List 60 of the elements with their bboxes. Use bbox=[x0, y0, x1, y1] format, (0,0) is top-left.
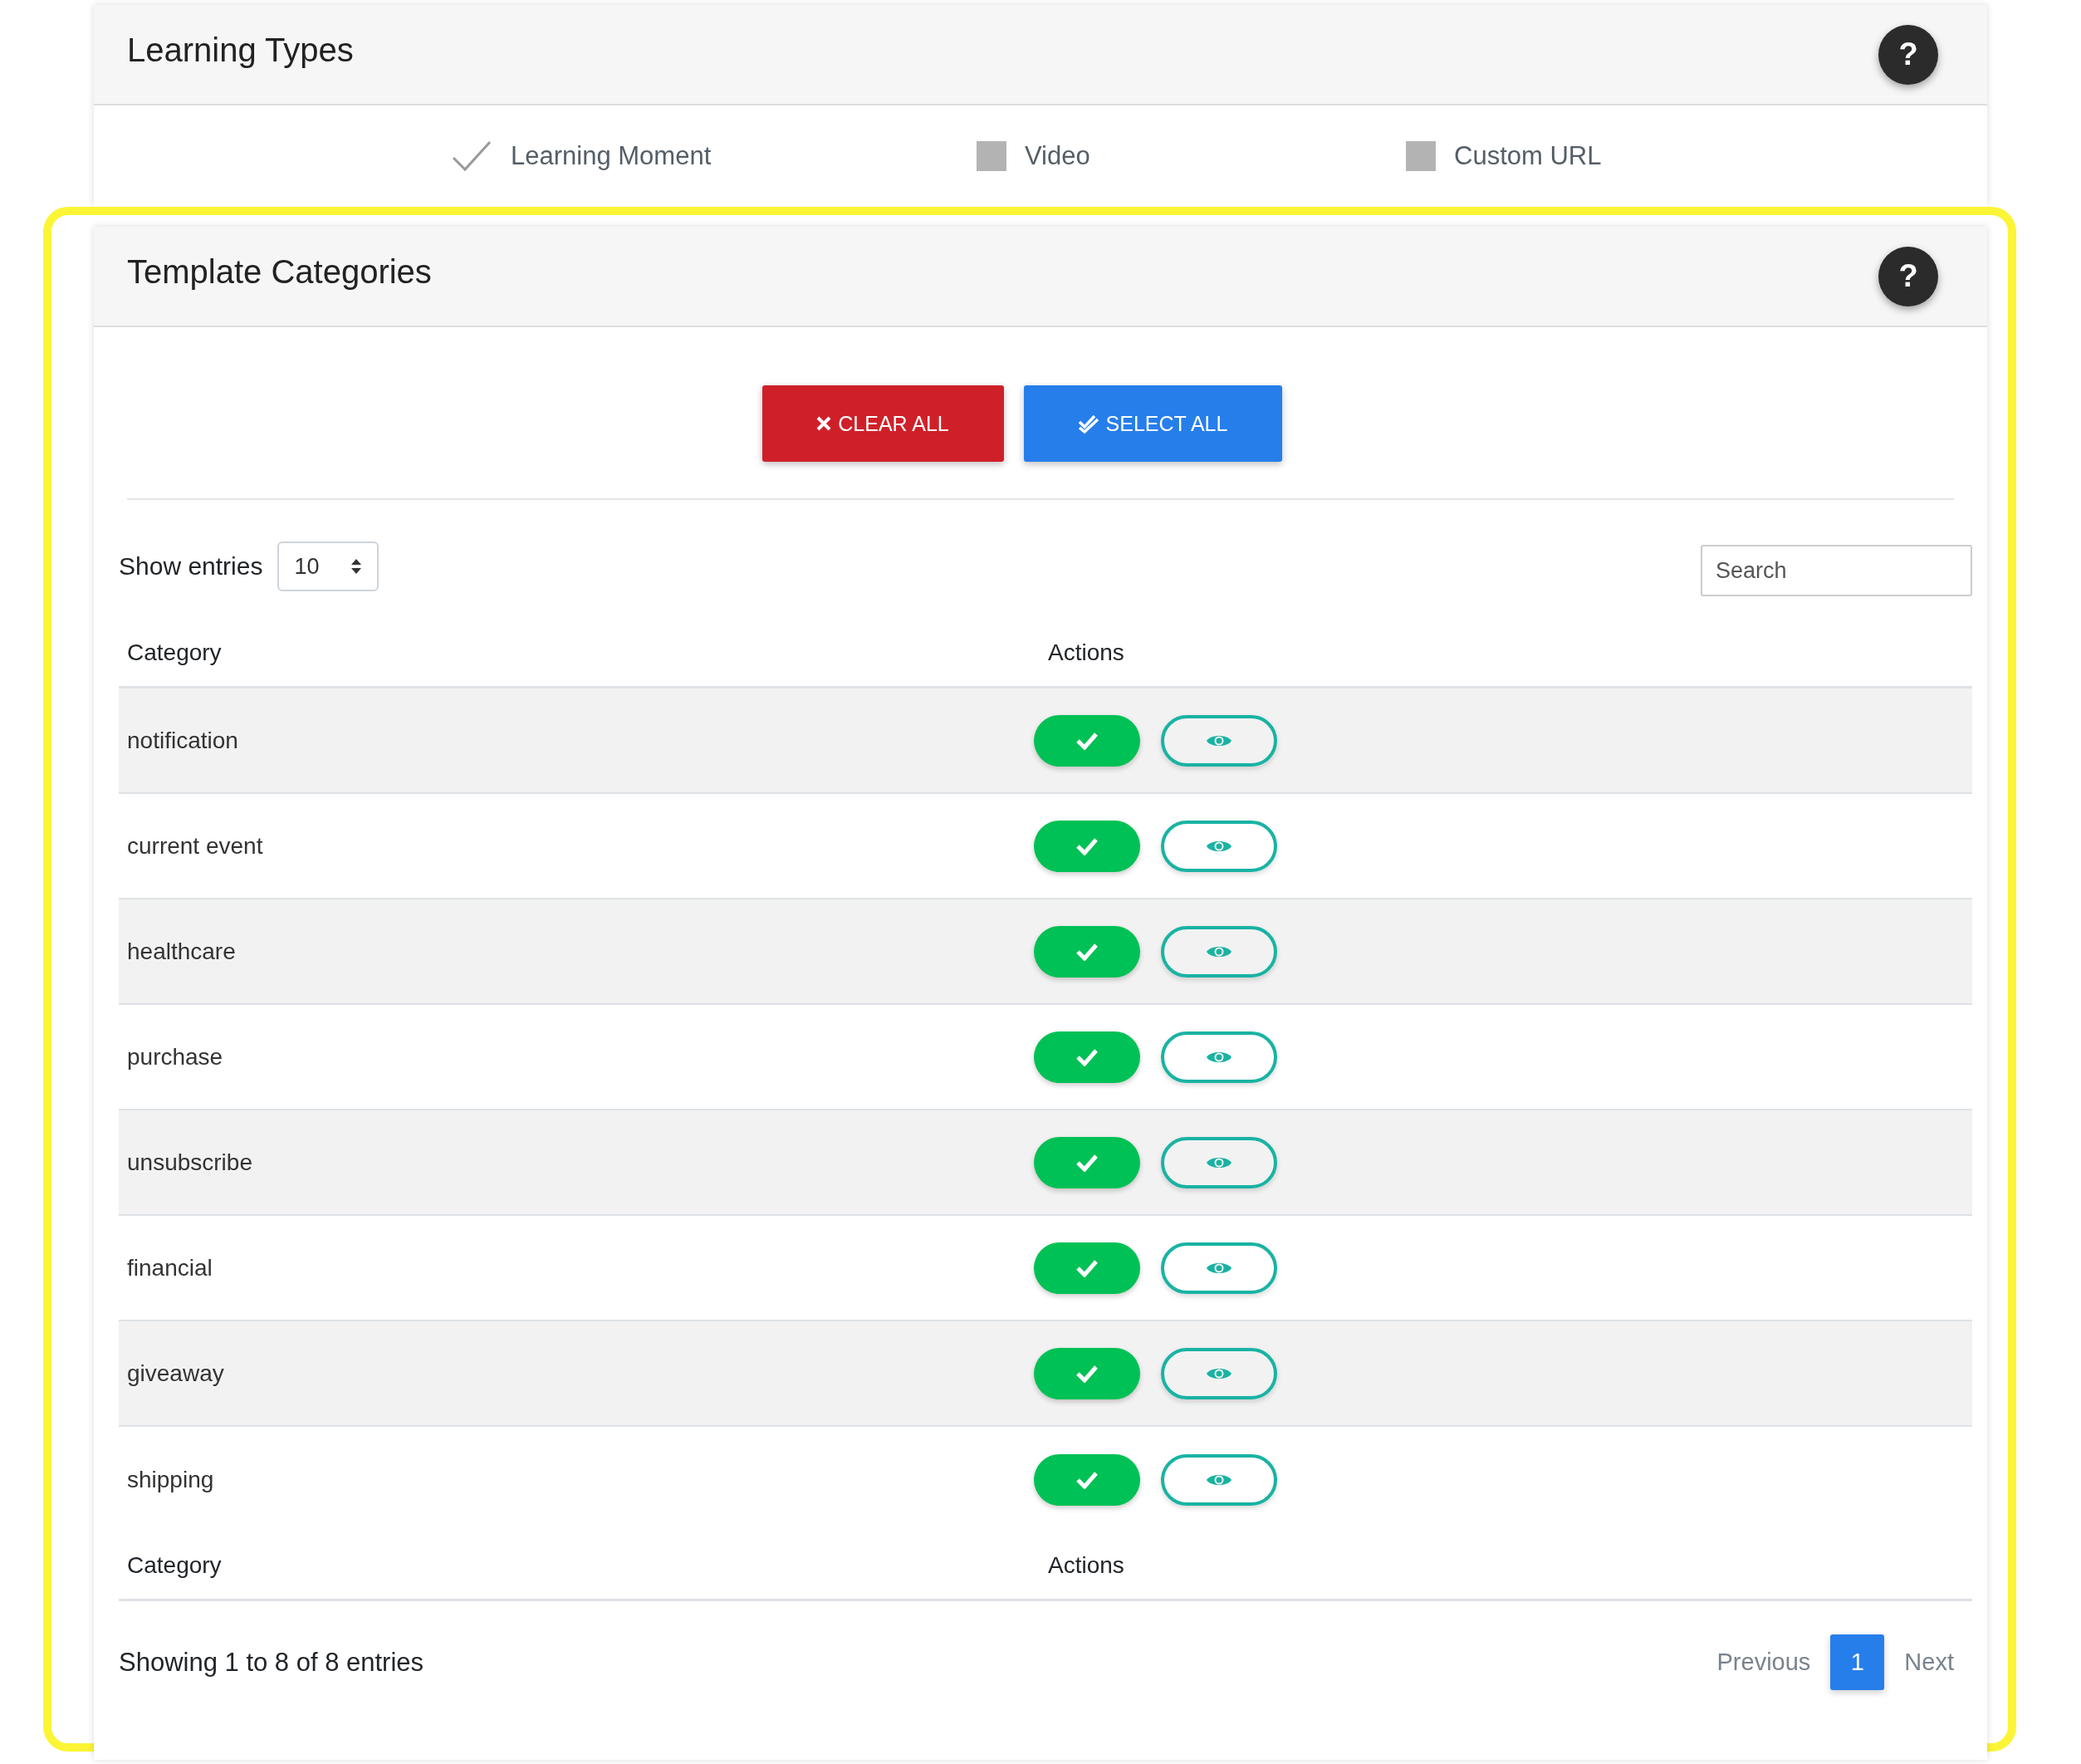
learning-type-option[interactable]: Learning Moment bbox=[451, 140, 977, 173]
column-header: Actions bbox=[1047, 639, 1125, 666]
category-cell-text: purchase bbox=[126, 1043, 224, 1071]
approve-button[interactable] bbox=[1034, 1453, 1140, 1506]
checkmark-icon bbox=[1075, 836, 1099, 855]
learning-type-option[interactable]: Custom URL bbox=[1406, 141, 1602, 171]
checkmark-icon bbox=[1075, 1364, 1099, 1383]
show-entries-label: Show entries bbox=[119, 552, 263, 581]
checkmark-icon bbox=[1075, 1470, 1099, 1489]
previous-link[interactable]: Previous bbox=[1713, 1649, 1814, 1676]
category-cell-text: healthcare bbox=[126, 938, 237, 965]
category-cell-text: financial bbox=[126, 1254, 213, 1281]
preview-button[interactable] bbox=[1161, 1031, 1277, 1083]
approve-button[interactable] bbox=[1034, 1347, 1140, 1399]
checkbox[interactable] bbox=[1406, 141, 1436, 171]
option-label: Custom URL bbox=[1454, 141, 1602, 171]
category-cell-text: shipping bbox=[126, 1466, 215, 1493]
search-field[interactable]: Search bbox=[1701, 545, 1972, 596]
entries-select[interactable]: 10 bbox=[277, 541, 379, 591]
preview-button[interactable] bbox=[1161, 714, 1277, 767]
entries-info: Showing 1 to 8 of 8 entries bbox=[119, 1647, 424, 1678]
preview-button[interactable] bbox=[1161, 925, 1277, 978]
help-button[interactable]: ? bbox=[1878, 246, 1938, 306]
option-label: Learning Moment bbox=[511, 141, 712, 171]
column-footer: Actions bbox=[1034, 1552, 1972, 1579]
preview-button[interactable] bbox=[1161, 1453, 1277, 1506]
column-footer: Category bbox=[119, 1552, 1034, 1579]
preview-button[interactable] bbox=[1161, 1136, 1277, 1188]
category-cell-text: unsubscribe bbox=[126, 1149, 253, 1176]
checkmark-icon bbox=[1075, 1258, 1099, 1277]
learning-type-option[interactable]: Video bbox=[977, 141, 1406, 171]
clear-all-button[interactable]: CLEAR ALL bbox=[761, 385, 1004, 462]
next-link[interactable]: Next bbox=[1901, 1649, 1957, 1676]
page-button[interactable]: 1 bbox=[1830, 1634, 1885, 1690]
double-check-icon bbox=[1077, 414, 1099, 434]
preview-button[interactable] bbox=[1161, 1242, 1277, 1294]
checkmark-icon bbox=[1075, 942, 1099, 961]
select-all-button[interactable]: SELECT ALL bbox=[1023, 385, 1282, 462]
category-cell-text: current event bbox=[126, 832, 264, 860]
option-label: Video bbox=[1025, 141, 1090, 171]
preview-button[interactable] bbox=[1161, 820, 1277, 872]
approve-button[interactable] bbox=[1034, 1031, 1140, 1083]
approve-button[interactable] bbox=[1034, 714, 1140, 767]
sort-arrows-icon bbox=[350, 558, 363, 575]
category-cell-text: giveaway bbox=[126, 1360, 225, 1387]
checkmark-icon bbox=[1075, 731, 1099, 750]
checkmark-icon bbox=[1075, 1153, 1099, 1172]
preview-button[interactable] bbox=[1161, 1347, 1277, 1399]
approve-button[interactable] bbox=[1034, 925, 1140, 978]
category-cell-text: notification bbox=[126, 727, 239, 754]
checkbox[interactable] bbox=[977, 141, 1006, 171]
close-icon bbox=[816, 416, 832, 431]
approve-button[interactable] bbox=[1034, 1242, 1140, 1294]
approve-button[interactable] bbox=[1034, 1136, 1140, 1188]
column-header: Category bbox=[126, 639, 223, 666]
approve-button[interactable] bbox=[1034, 820, 1140, 872]
checkmark-icon bbox=[1075, 1047, 1099, 1066]
help-button[interactable]: ? bbox=[1878, 24, 1938, 85]
card-title: Template Categories bbox=[127, 253, 432, 291]
card-title: Learning Types bbox=[127, 32, 354, 69]
